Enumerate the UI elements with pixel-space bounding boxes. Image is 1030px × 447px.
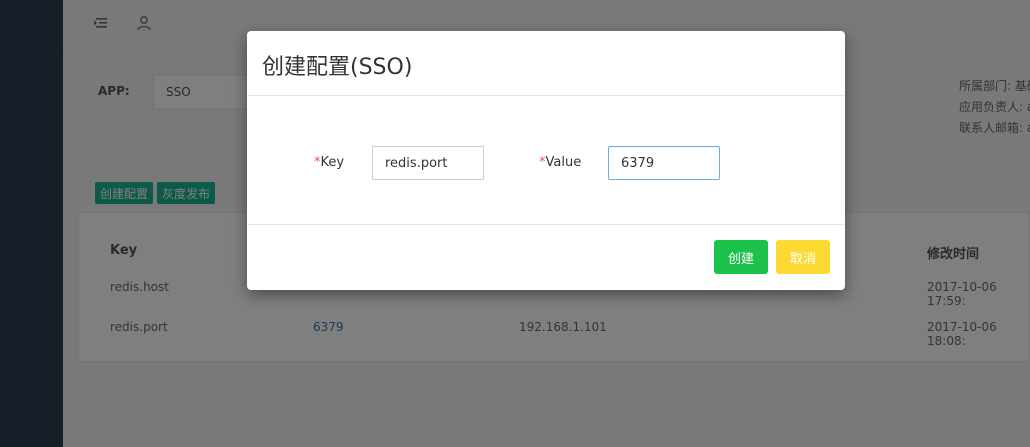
value-label: *Value xyxy=(539,155,581,170)
key-input[interactable] xyxy=(372,146,484,180)
key-label: *Key xyxy=(314,155,344,170)
create-button[interactable]: 创建 xyxy=(714,240,768,274)
cancel-button[interactable]: 取消 xyxy=(776,240,830,274)
modal-title: 创建配置(SSO) xyxy=(262,55,413,80)
value-input[interactable] xyxy=(608,146,720,180)
key-label-text: Key xyxy=(320,155,345,170)
modal-body: *Key *Value xyxy=(247,96,845,225)
value-label-text: Value xyxy=(545,155,582,170)
create-config-modal: 创建配置(SSO) *Key *Value 创建 取消 xyxy=(247,31,845,290)
modal-header: 创建配置(SSO) xyxy=(247,31,845,96)
modal-footer: 创建 取消 xyxy=(247,225,845,289)
